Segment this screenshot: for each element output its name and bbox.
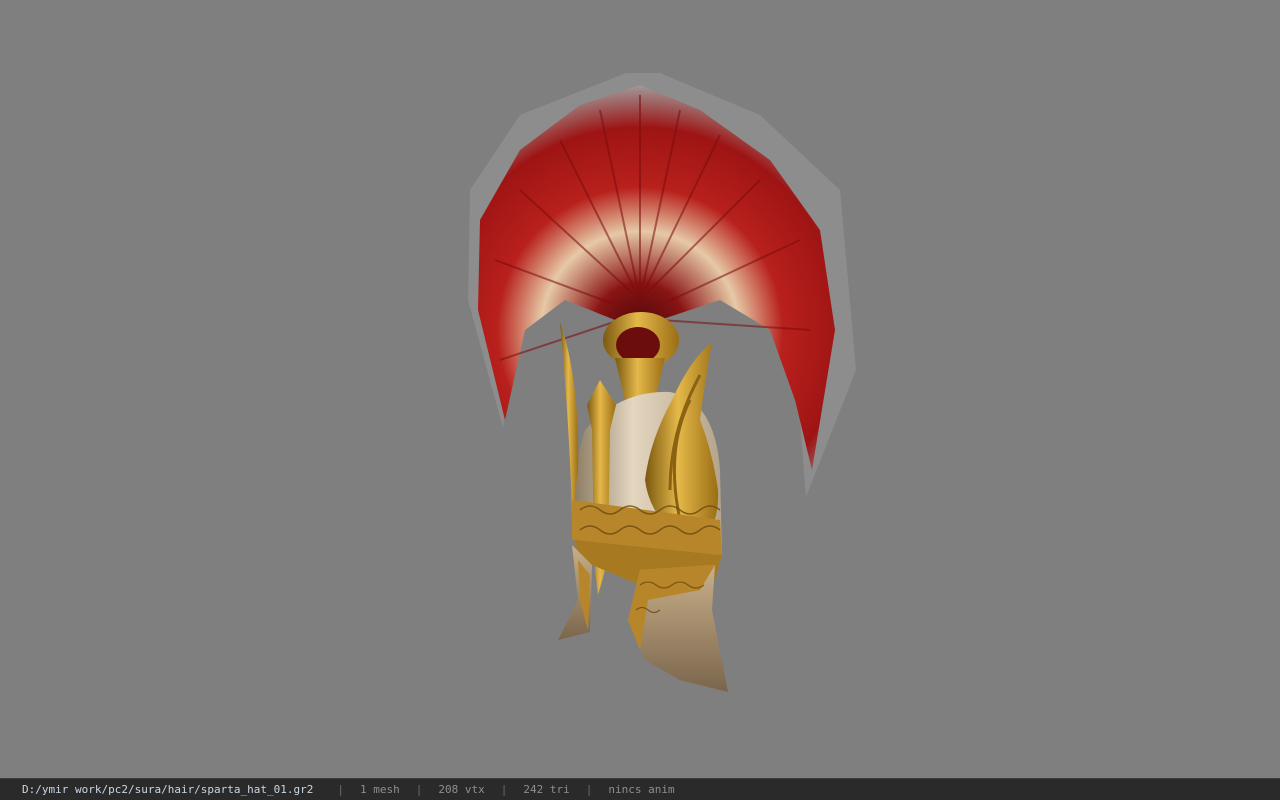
status-separator: | (337, 783, 345, 796)
file-path-label: D:/ymir work/pc2/sura/hair/sparta_hat_01… (22, 783, 314, 796)
mesh-count-label: 1 mesh (360, 783, 400, 796)
vertex-count-label: 208 vtx (438, 783, 485, 796)
status-separator: | (500, 783, 508, 796)
status-separator: | (415, 783, 423, 796)
3d-viewport[interactable] (0, 0, 1280, 778)
status-bar: D:/ymir work/pc2/sura/hair/sparta_hat_01… (0, 778, 1280, 800)
triangle-count-label: 242 tri (523, 783, 570, 796)
spartan-helmet-model (468, 73, 856, 692)
status-separator: | (585, 783, 593, 796)
animation-label: nincs anim (608, 783, 675, 796)
left-spike (560, 322, 579, 520)
